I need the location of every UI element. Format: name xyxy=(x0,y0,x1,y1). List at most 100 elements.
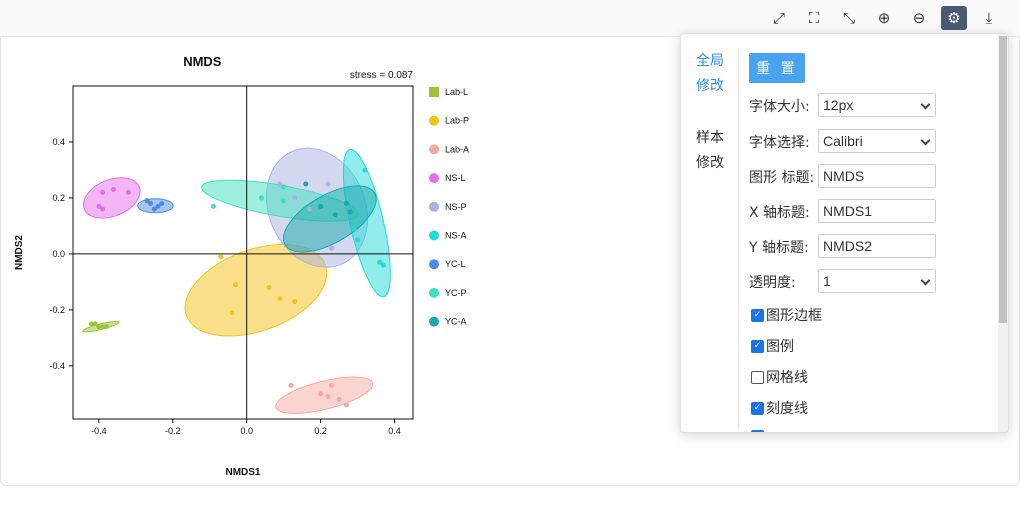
checkbox-box[interactable]: ✓ xyxy=(751,308,764,322)
font-size-select[interactable]: 12px xyxy=(818,93,936,117)
ylabel-label: Y 轴标题: xyxy=(749,240,809,256)
checkbox-3[interactable]: ✓ 刻度线 xyxy=(751,398,808,418)
legend-label-NS-A: NS-A xyxy=(445,231,467,241)
point-Lab-A xyxy=(329,382,335,388)
point-NS-P xyxy=(292,195,298,201)
checkbox-box[interactable] xyxy=(751,370,764,384)
point-NS-L xyxy=(111,187,117,193)
xlabel-label: X 轴标题: xyxy=(749,205,810,221)
point-Lab-L xyxy=(92,321,98,327)
ellipse-NS-L xyxy=(83,177,141,219)
settings-icon[interactable]: ⚙ xyxy=(941,6,967,30)
xlabel-input[interactable]: NMDS1 xyxy=(818,199,936,223)
toolbar-buttons: ⤢ ⛶ ⤡ ⊕ ⊖ ⚙ ⤓ xyxy=(766,6,1002,30)
checkbox-box[interactable]: ✓ xyxy=(751,339,764,353)
point-Lab-P xyxy=(266,284,272,290)
checkbox-box[interactable]: ✓ xyxy=(751,401,764,415)
font-size-label: 字体大小: xyxy=(749,99,810,115)
legend-marker-YC-P xyxy=(429,287,439,298)
legend-label-YC-P: YC-P xyxy=(445,288,467,298)
legend-label-Lab-L: Lab-L xyxy=(445,87,468,97)
point-YC-P xyxy=(281,184,287,190)
y-tick-label: -0.4 xyxy=(49,361,65,371)
point-YC-L xyxy=(148,201,154,207)
font-family-select[interactable]: Calibri xyxy=(818,129,936,153)
point-Lab-A xyxy=(318,391,324,397)
point-NS-A xyxy=(351,226,357,232)
stress-label: stress = 0.087 xyxy=(350,70,414,81)
checkbox-1[interactable]: ✓ 图例 xyxy=(751,336,794,356)
point-YC-A xyxy=(332,212,338,218)
scrollbar-thumb[interactable] xyxy=(999,36,1007,323)
top-toolbar: ⤢ ⛶ ⤡ ⊕ ⊖ ⚙ ⤓ xyxy=(0,0,1020,37)
ylabel-input[interactable]: NMDS2 xyxy=(818,234,936,258)
x-tick-label: 0.0 xyxy=(240,426,253,436)
point-NS-A xyxy=(355,237,361,243)
legend-marker-Lab-A xyxy=(429,144,439,155)
point-YC-P xyxy=(281,198,287,204)
checkbox-2[interactable]: 网格线 xyxy=(751,367,808,387)
tab-sample[interactable]: 样本 修改 xyxy=(696,125,726,175)
reset-button[interactable]: 重 置 xyxy=(749,53,805,83)
legend-marker-YC-L xyxy=(429,259,439,270)
legend-label-YC-L: YC-L xyxy=(445,259,466,269)
y-tick-label: 0.2 xyxy=(52,193,65,203)
point-YC-A xyxy=(343,201,349,207)
point-YC-A xyxy=(318,203,324,209)
point-NS-P xyxy=(307,206,313,212)
checkbox-label: 网格线 xyxy=(766,370,808,386)
fullscreen-icon[interactable]: ⛶ xyxy=(801,6,827,30)
checkbox-label: 图例 xyxy=(766,339,794,355)
checkbox-partial[interactable]: ✓ xyxy=(751,430,766,432)
legend-marker-YC-A xyxy=(429,316,439,327)
title-input[interactable]: NMDS xyxy=(818,164,936,188)
expand-diagonal-icon[interactable]: ⤢ xyxy=(766,6,792,30)
point-NS-A xyxy=(362,167,368,173)
opacity-select[interactable]: 1 xyxy=(818,269,936,293)
tab-global[interactable]: 全局 修改 xyxy=(696,48,726,98)
point-YC-A xyxy=(303,181,309,187)
point-Lab-P xyxy=(218,254,224,260)
nmds-chart: NMDS stress = 0.087 -0.4 -0.2 0.0 0.2 0.4 -0.4 -… xyxy=(14,54,469,478)
title-label: 图形 标题: xyxy=(749,170,815,186)
zoom-in-icon[interactable]: ⊕ xyxy=(871,6,897,30)
panel-divider xyxy=(738,48,739,428)
checkbox-label: 刻度线 xyxy=(766,401,808,417)
checkbox-0[interactable]: ✓ 图形边框 xyxy=(751,305,822,325)
point-YC-P xyxy=(210,203,216,209)
y-axis-label: NMDS2 xyxy=(14,235,25,270)
point-YC-L xyxy=(159,201,165,207)
point-Lab-A xyxy=(336,396,342,402)
font-family-label: 字体选择: xyxy=(749,135,810,151)
point-Lab-A xyxy=(325,394,331,400)
ellipse-Lab-A xyxy=(275,376,374,414)
point-Lab-L xyxy=(103,324,109,330)
legend-marker-NS-P xyxy=(429,201,439,212)
panel-tabs: 全局 修改 样本 修改 xyxy=(681,34,738,432)
settings-panel: 全局 修改 样本 修改 重 置 字体大小: 12px 字体选择: Calibri… xyxy=(680,33,1009,433)
x-tick-label: 0.4 xyxy=(388,426,401,436)
download-icon[interactable]: ⤓ xyxy=(976,6,1002,30)
legend-marker-NS-A xyxy=(429,230,439,241)
legend-label-YC-A: YC-A xyxy=(445,317,467,327)
legend-label-Lab-A: Lab-A xyxy=(445,144,469,154)
point-YC-A xyxy=(347,209,353,215)
legend-marker-Lab-P xyxy=(429,115,439,126)
point-Lab-P xyxy=(233,282,239,288)
y-tick-label: 0.0 xyxy=(52,249,65,259)
point-YC-P xyxy=(332,192,338,198)
point-NS-L xyxy=(100,206,106,212)
checkbox-label: 图形边框 xyxy=(766,308,822,324)
zoom-out-icon[interactable]: ⊖ xyxy=(906,6,932,30)
collapse-icon[interactable]: ⤡ xyxy=(836,6,862,30)
point-YC-P xyxy=(258,195,264,201)
legend-marker-Lab-L xyxy=(429,87,439,97)
point-Lab-P xyxy=(277,296,283,302)
legend-label-NS-L: NS-L xyxy=(445,173,466,183)
chart-title: NMDS xyxy=(183,54,222,69)
panel-scrollbar[interactable] xyxy=(998,34,1008,432)
point-NS-L xyxy=(100,189,106,195)
point-NS-A xyxy=(380,262,386,268)
point-Lab-A xyxy=(288,382,294,388)
x-axis-label: NMDS1 xyxy=(225,467,260,478)
